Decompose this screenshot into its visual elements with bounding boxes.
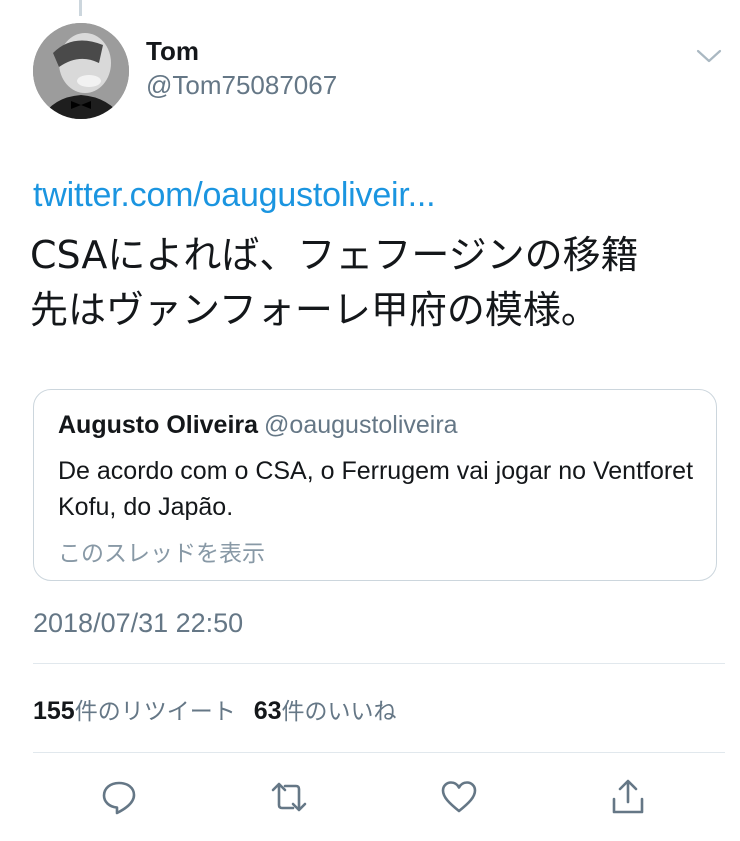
retweet-icon — [271, 782, 307, 812]
divider — [33, 663, 725, 664]
tweet-actions — [0, 772, 740, 822]
retweets-stat[interactable]: 155 件のリツイート — [33, 692, 236, 726]
reply-icon — [102, 781, 136, 815]
quoted-tweet-author: Augusto Oliveira @oaugustoliveira — [58, 411, 458, 440]
quoted-tweet-text: De acordo com o CSA, o Ferrugem vai joga… — [58, 457, 694, 521]
heart-icon — [441, 781, 477, 813]
thread-connector-line — [79, 0, 82, 16]
share-icon — [612, 779, 644, 814]
reply-button[interactable] — [94, 772, 144, 822]
quoted-author-name: Augusto Oliveira — [58, 411, 259, 439]
retweets-label: 件のリツイート — [74, 699, 236, 725]
author-display-name[interactable]: Tom — [146, 36, 199, 67]
likes-count: 63 — [253, 697, 282, 725]
tweet-text: CSAによれば、フェフージンの移籍 先はヴァンフォーレ甲府の模様。 — [30, 228, 720, 338]
likes-stat[interactable]: 63 件のいいね — [254, 692, 397, 726]
quoted-author-handle: @oaugustoliveira — [264, 411, 458, 439]
quoted-tweet-card[interactable]: Augusto Oliveira @oaugustoliveira De acor… — [33, 389, 717, 581]
tweet-text-line: CSAによれば、フェフージンの移籍 — [30, 233, 639, 277]
author-handle[interactable]: @Tom75087067 — [146, 70, 337, 101]
more-options-chevron-down-icon[interactable] — [694, 44, 724, 68]
tweet-detail: Tom @Tom75087067 twitter.com/oaugustoliv… — [0, 0, 740, 841]
show-thread-link[interactable]: このスレッドを表示 — [58, 534, 265, 568]
tweet-link[interactable]: twitter.com/oaugustoliveir... — [33, 176, 436, 215]
tweet-timestamp: 2018/07/31 22:50 — [33, 608, 244, 638]
avatar[interactable] — [33, 23, 129, 119]
like-button[interactable] — [434, 772, 484, 822]
engagement-stats: 155 件のリツイート 63 件のいいね — [33, 692, 415, 726]
likes-label: 件のいいね — [281, 699, 397, 725]
retweet-button[interactable] — [264, 772, 314, 822]
share-button[interactable] — [603, 772, 653, 822]
divider — [33, 752, 725, 753]
tweet-text-line: 先はヴァンフォーレ甲府の模様。 — [30, 288, 599, 332]
retweets-count: 155 — [33, 697, 75, 725]
avatar-photo — [33, 23, 129, 119]
